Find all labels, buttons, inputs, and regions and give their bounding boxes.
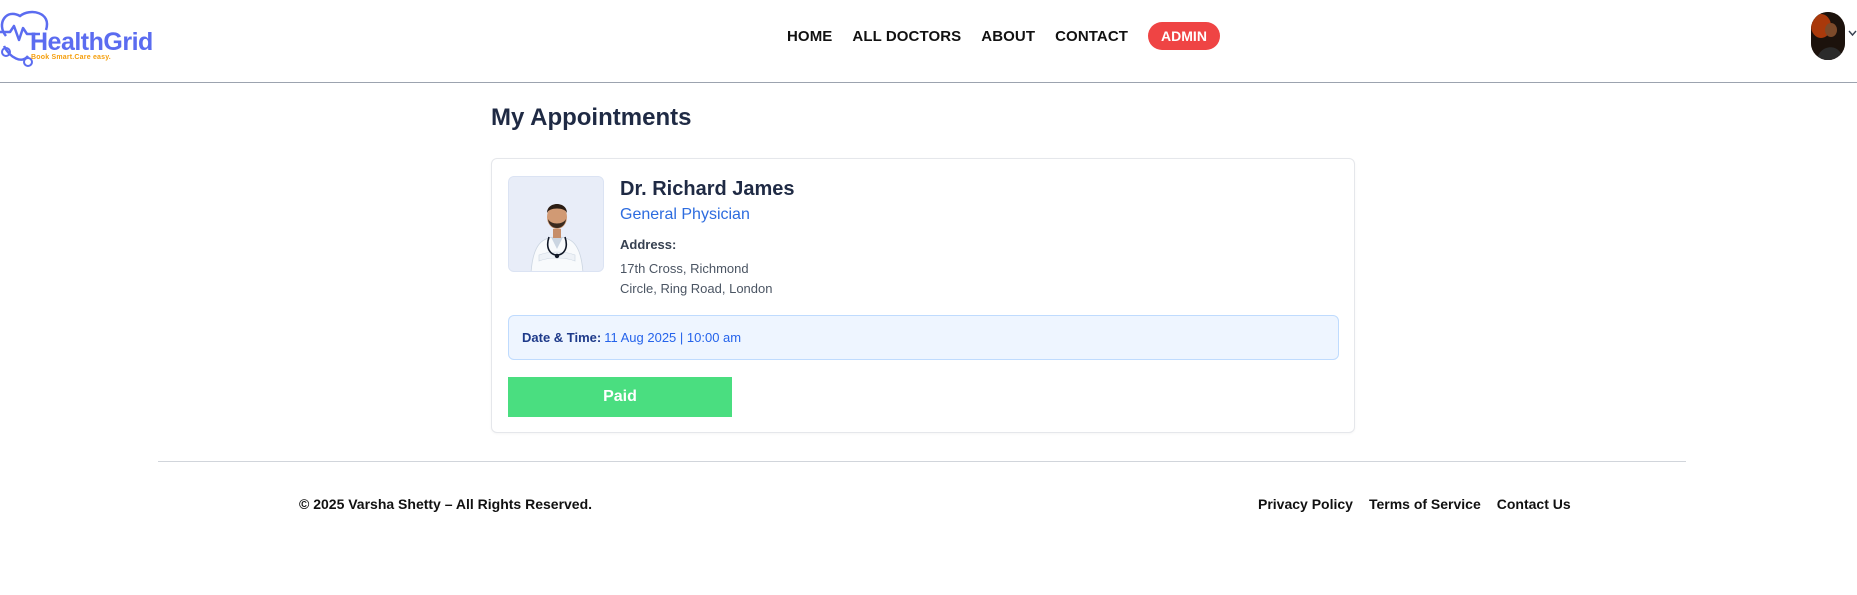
address-line-2: Circle, Ring Road, London: [620, 281, 773, 296]
doctor-speciality: General Physician: [620, 206, 750, 223]
logo[interactable]: HealthGrid Book Smart.Care easy.: [0, 6, 170, 68]
doctor-name: Dr. Richard James: [620, 178, 795, 200]
datetime-label: Date & Time:: [522, 330, 602, 345]
footer-link-terms-of-service[interactable]: Terms of Service: [1369, 496, 1481, 512]
doctor-photo: [508, 176, 604, 272]
footer-link-contact-us[interactable]: Contact Us: [1497, 496, 1571, 512]
nav-about[interactable]: ABOUT: [981, 28, 1035, 45]
admin-button[interactable]: ADMIN: [1148, 22, 1220, 50]
appointment-card: Dr. Richard James General Physician Addr…: [491, 158, 1355, 433]
chevron-down-icon[interactable]: [1848, 27, 1857, 39]
main-nav: HOME ALL DOCTORS ABOUT CONTACT ADMIN: [787, 22, 1220, 50]
datetime-value: 11 Aug 2025 | 10:00 am: [604, 330, 742, 345]
address-label: Address:: [620, 237, 677, 252]
nav-contact[interactable]: CONTACT: [1055, 28, 1128, 45]
footer-link-privacy-policy[interactable]: Privacy Policy: [1258, 496, 1353, 512]
nav-home[interactable]: HOME: [787, 28, 832, 45]
user-avatar[interactable]: [1811, 12, 1845, 60]
appointment-datetime: Date & Time: 11 Aug 2025 | 10:00 am: [508, 315, 1339, 360]
logo-text: HealthGrid: [30, 28, 153, 56]
footer-copyright: © 2025 Varsha Shetty – All Rights Reserv…: [299, 496, 593, 512]
paid-status-button[interactable]: Paid: [508, 377, 732, 417]
footer-divider: [158, 461, 1686, 462]
address-line-1: 17th Cross, Richmond: [620, 261, 749, 276]
logo-tagline: Book Smart.Care easy.: [31, 54, 111, 61]
page-title: My Appointments: [491, 104, 692, 131]
top-navbar: HealthGrid Book Smart.Care easy. HOME AL…: [0, 0, 1857, 83]
nav-all-doctors[interactable]: ALL DOCTORS: [852, 28, 961, 45]
footer-links: Privacy Policy Terms of Service Contact …: [1258, 496, 1571, 512]
avatar-image: [1811, 12, 1845, 60]
doctor-portrait: [509, 177, 603, 271]
